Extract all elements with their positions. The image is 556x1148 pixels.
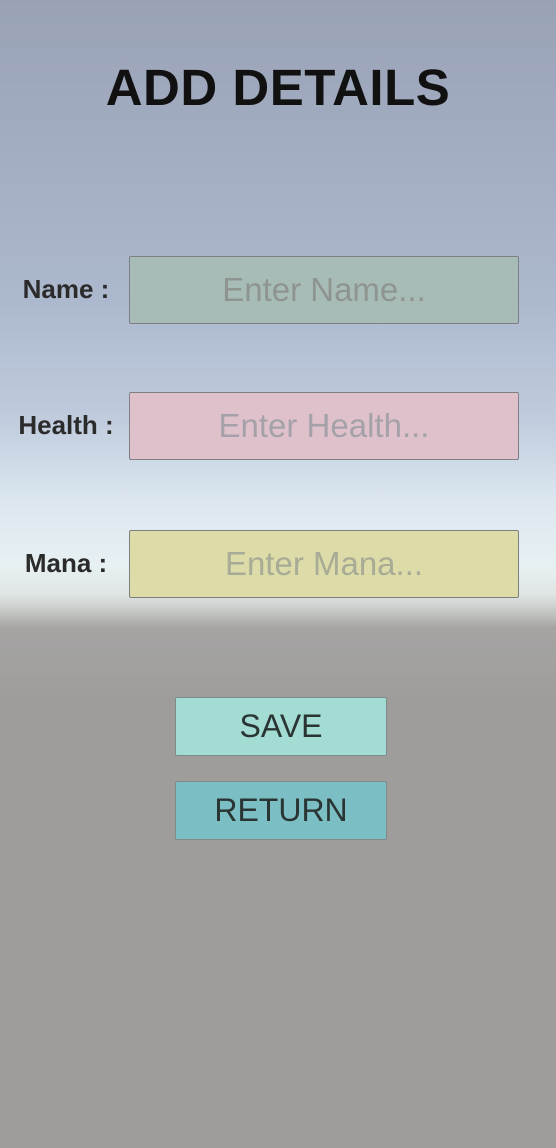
page-title: ADD DETAILS [105,59,451,116]
return-button[interactable]: RETURN [175,781,387,840]
mana-input[interactable]: Enter Mana... [129,530,519,598]
mana-label: Mana : [24,548,108,578]
health-label: Health : [18,410,114,440]
health-input-placeholder: Enter Health... [218,407,430,444]
save-button-label: SAVE [239,708,323,744]
save-button[interactable]: SAVE [175,697,387,756]
name-input[interactable]: Enter Name... [129,256,519,324]
name-input-placeholder: Enter Name... [222,271,426,308]
name-label: Name : [22,274,110,304]
return-button-label: RETURN [214,792,348,828]
mana-input-placeholder: Enter Mana... [224,545,424,582]
health-input[interactable]: Enter Health... [129,392,519,460]
